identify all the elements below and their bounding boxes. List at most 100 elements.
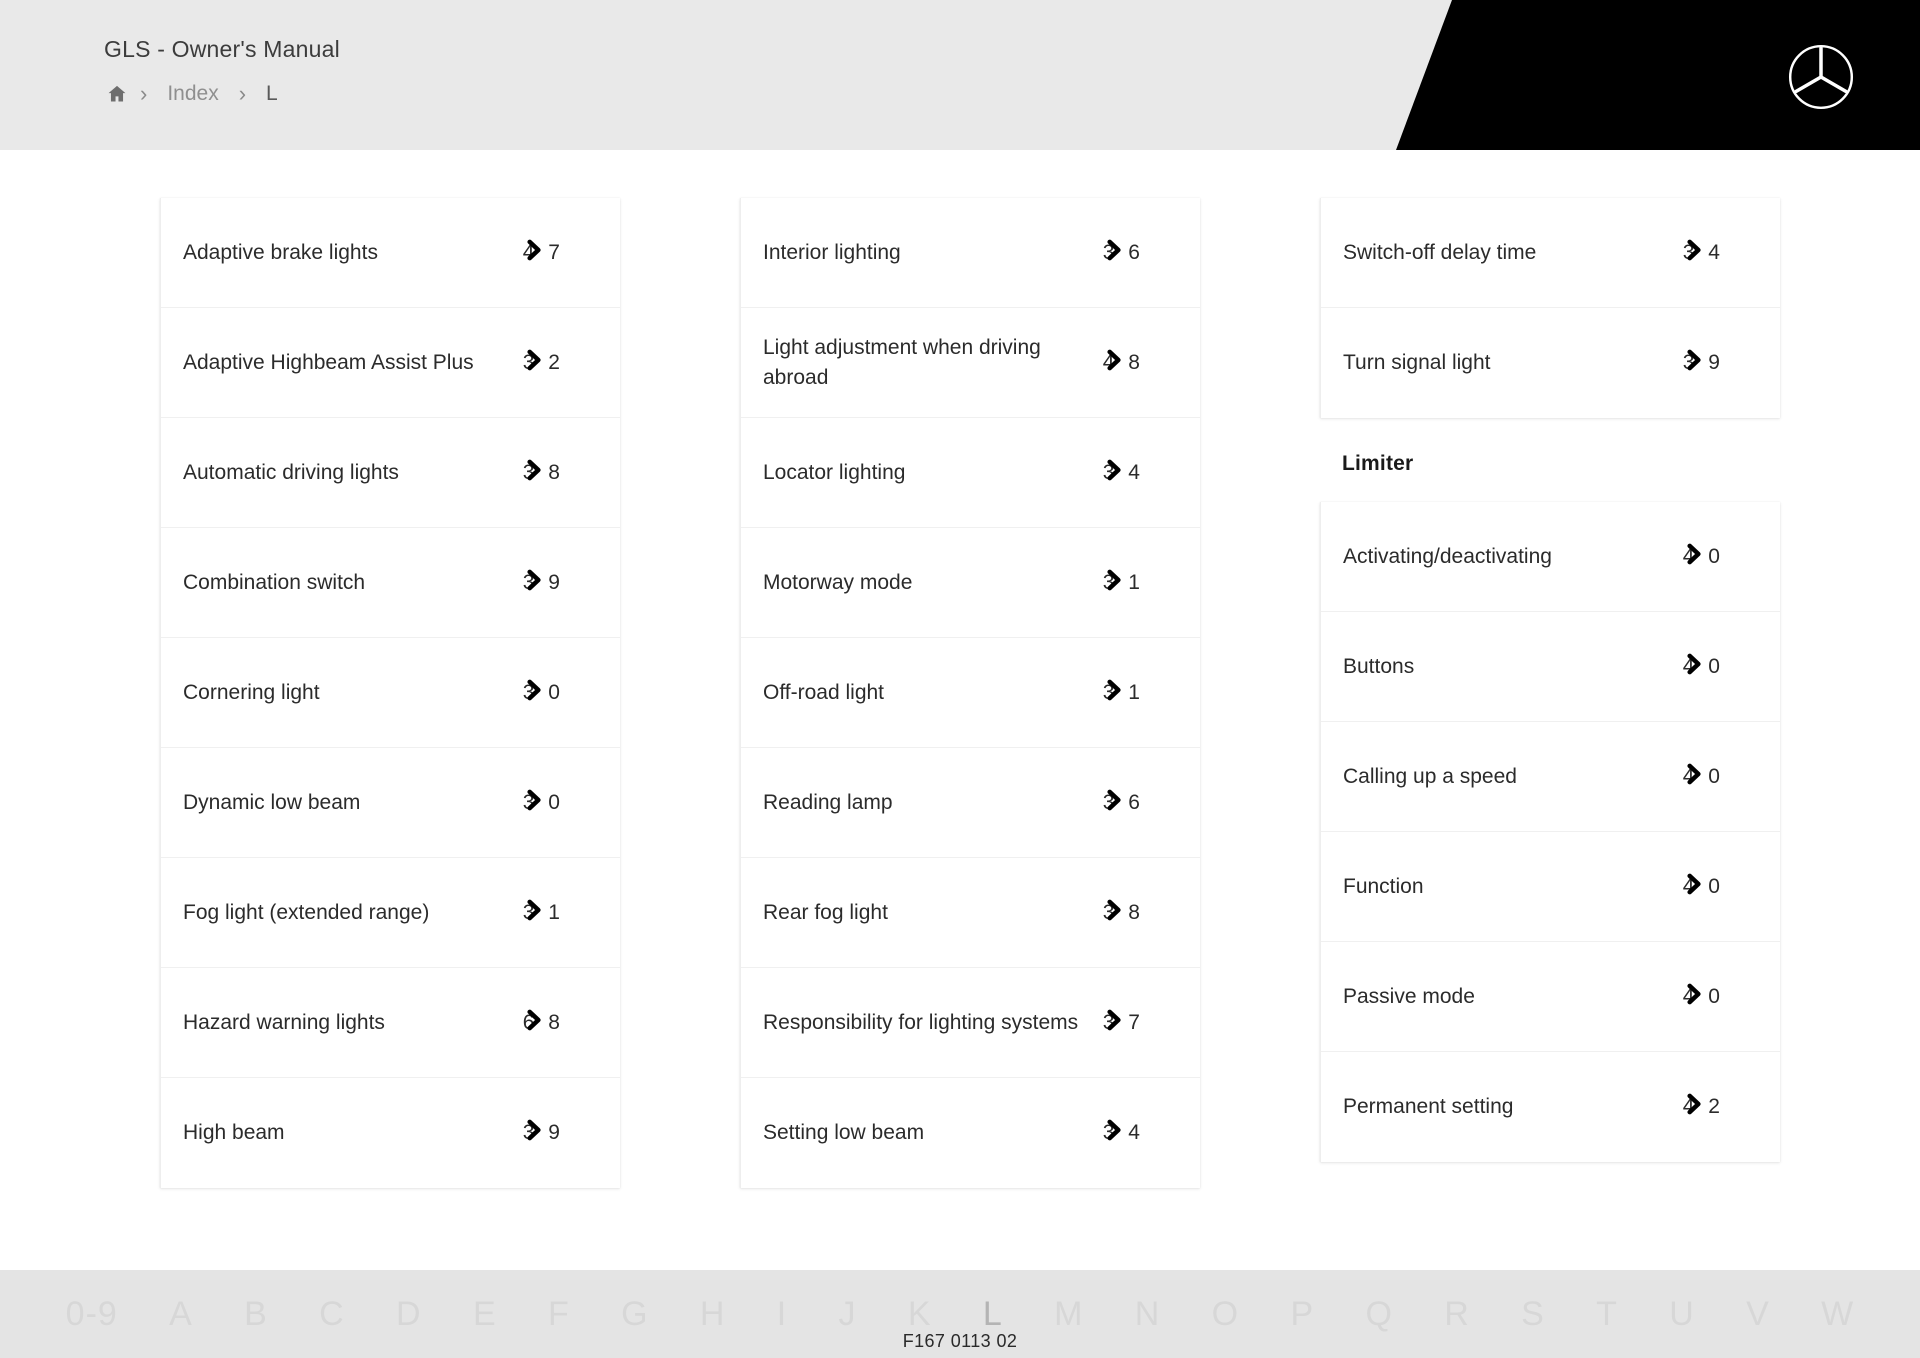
index-entry-page-link[interactable]: 4 0 xyxy=(1664,653,1724,679)
index-entry-row[interactable]: High beam 3 9 xyxy=(161,1078,620,1188)
index-entry-page-link[interactable]: 3 4 xyxy=(1084,1119,1144,1145)
index-entry-row[interactable]: Calling up a speed 4 0 xyxy=(1321,722,1780,832)
index-entry-row[interactable]: Adaptive Highbeam Assist Plus 3 2 xyxy=(161,308,620,418)
index-column: Adaptive brake lights 4 7 Adaptive Highbea… xyxy=(160,198,620,1188)
index-entry-row[interactable]: Setting low beam 3 4 xyxy=(741,1078,1200,1188)
alphabet-letter-r[interactable]: R xyxy=(1444,1294,1470,1334)
alphabet-letter-n[interactable]: N xyxy=(1135,1294,1161,1334)
index-entry-row[interactable]: Locator lighting 3 4 xyxy=(741,418,1200,528)
index-entry-row[interactable]: Responsibility for lighting systems 3 7 xyxy=(741,968,1200,1078)
index-entry-page-link[interactable]: 3 0 xyxy=(504,789,564,815)
index-entry-page-link[interactable]: 4 0 xyxy=(1664,763,1724,789)
index-entry-page-link[interactable]: 3 6 xyxy=(1084,789,1144,815)
index-entry-label: Permanent setting xyxy=(1343,1095,1514,1118)
alphabet-letter-g[interactable]: G xyxy=(621,1294,648,1334)
page-number: 3 9 xyxy=(1682,351,1724,374)
index-entry-row[interactable]: Activating/deactivating 4 0 xyxy=(1321,502,1780,612)
alphabet-letter-u[interactable]: U xyxy=(1669,1294,1695,1334)
alphabet-letter-w[interactable]: W xyxy=(1821,1294,1854,1334)
index-entry-row[interactable]: Permanent setting 4 2 xyxy=(1321,1052,1780,1162)
index-entry-row[interactable]: Adaptive brake lights 4 7 xyxy=(161,198,620,308)
index-entry-page-link[interactable]: 3 9 xyxy=(504,569,564,595)
index-entry-page-link[interactable]: 4 7 xyxy=(504,239,564,265)
page-number: 3 9 xyxy=(522,1121,564,1144)
index-card: Adaptive brake lights 4 7 Adaptive Highbea… xyxy=(160,198,620,1188)
index-entry-row[interactable]: Cornering light 3 0 xyxy=(161,638,620,748)
breadcrumb-item-index[interactable]: Index xyxy=(153,80,232,108)
index-entry-page-link[interactable]: 6 8 xyxy=(504,1009,564,1035)
index-entry-page-link[interactable]: 3 4 xyxy=(1084,459,1144,485)
page-number: 3 0 xyxy=(522,680,564,704)
index-entry-page-link[interactable]: 3 1 xyxy=(1084,569,1144,595)
page-number: 3 1 xyxy=(1102,680,1144,704)
alphabet-letter-m[interactable]: M xyxy=(1054,1294,1083,1334)
index-entry-page-link[interactable]: 3 4 xyxy=(1664,239,1724,265)
section-heading: Limiter xyxy=(1342,452,1414,475)
index-entry-page-link[interactable]: 3 6 xyxy=(1084,239,1144,265)
index-entry-label: Setting low beam xyxy=(763,1121,925,1144)
index-entry-page-link[interactable]: 3 1 xyxy=(504,899,564,925)
page-number: 4 2 xyxy=(1682,1095,1724,1118)
alphabet-letter-f[interactable]: F xyxy=(548,1294,570,1334)
breadcrumb: › Index › L xyxy=(100,80,292,108)
index-entry-page-link[interactable]: 4 0 xyxy=(1664,873,1724,899)
home-icon[interactable] xyxy=(100,83,134,105)
index-entry-page-link[interactable]: 3 8 xyxy=(1084,899,1144,925)
index-entry-page-link[interactable]: 3 0 xyxy=(504,679,564,705)
alphabet-letter-d[interactable]: D xyxy=(396,1294,422,1334)
index-entry-row[interactable]: Buttons 4 0 xyxy=(1321,612,1780,722)
index-entry-page-link[interactable]: 4 0 xyxy=(1664,983,1724,1009)
index-entry-row[interactable]: Interior lighting 3 6 xyxy=(741,198,1200,308)
index-entry-page-link[interactable]: 4 8 xyxy=(1084,349,1144,375)
alphabet-letter-09[interactable]: 0-9 xyxy=(66,1294,118,1334)
page-number: 4 0 xyxy=(1682,544,1724,568)
alphabet-letter-s[interactable]: S xyxy=(1521,1294,1545,1334)
index-entry-label: Hazard warning lights xyxy=(183,1010,385,1034)
index-entry-label: Switch-off delay time xyxy=(1343,240,1537,264)
index-entry-row[interactable]: Hazard warning lights 6 8 xyxy=(161,968,620,1078)
breadcrumb-separator-2: › xyxy=(238,81,247,106)
alphabet-letter-c[interactable]: C xyxy=(319,1294,345,1334)
index-entry-row[interactable]: Function 4 0 xyxy=(1321,832,1780,942)
index-entry-row[interactable]: Combination switch 3 9 xyxy=(161,528,620,638)
index-entry-page-link[interactable]: 3 7 xyxy=(1084,1009,1144,1035)
alphabet-letter-q[interactable]: Q xyxy=(1365,1294,1392,1334)
index-entry-page-link[interactable]: 3 9 xyxy=(1664,349,1724,375)
index-entry-row[interactable]: Rear fog light 3 8 xyxy=(741,858,1200,968)
index-entry-page-link[interactable]: 3 8 xyxy=(504,459,564,485)
mercedes-benz-star-logo xyxy=(1786,42,1856,117)
index-entry-row[interactable]: Fog light (extended range) 3 1 xyxy=(161,858,620,968)
alphabet-letter-e[interactable]: E xyxy=(473,1294,497,1334)
index-entry-page-link[interactable]: 3 1 xyxy=(1084,679,1144,705)
index-entry-row[interactable]: Turn signal light 3 9 xyxy=(1321,308,1780,418)
index-entry-row[interactable]: Motorway mode 3 1 xyxy=(741,528,1200,638)
alphabet-letter-h[interactable]: H xyxy=(700,1294,726,1334)
alphabet-letter-k[interactable]: K xyxy=(908,1294,932,1334)
alphabet-letter-p[interactable]: P xyxy=(1290,1294,1314,1334)
index-entry-row[interactable]: Passive mode 4 0 xyxy=(1321,942,1780,1052)
index-entry-page-link[interactable]: 4 0 xyxy=(1664,543,1724,569)
index-card: Switch-off delay time 3 4 Turn signal ligh… xyxy=(1320,198,1780,418)
index-entry-label: Automatic driving lights xyxy=(183,460,399,484)
alphabet-letter-b[interactable]: B xyxy=(244,1294,268,1334)
index-entry-page-link[interactable]: 4 2 xyxy=(1664,1093,1724,1119)
alphabet-letter-o[interactable]: O xyxy=(1212,1294,1239,1334)
index-entry-label: Passive mode xyxy=(1343,984,1475,1008)
breadcrumb-item-l[interactable]: L xyxy=(252,80,292,108)
index-entry-row[interactable]: Automatic driving lights 3 8 xyxy=(161,418,620,528)
index-entry-label: Cornering light xyxy=(183,680,320,704)
index-entry-row[interactable]: Light adjustment when driving abroad 4 8 xyxy=(741,308,1200,418)
index-entry-row[interactable]: Reading lamp 3 6 xyxy=(741,748,1200,858)
index-entry-row[interactable]: Switch-off delay time 3 4 xyxy=(1321,198,1780,308)
alphabet-letter-i[interactable]: I xyxy=(777,1294,787,1334)
alphabet-letter-j[interactable]: J xyxy=(839,1294,857,1334)
alphabet-letter-t[interactable]: T xyxy=(1596,1294,1618,1334)
alphabet-letter-l[interactable]: L xyxy=(983,1294,1003,1334)
index-entry-row[interactable]: Dynamic low beam 3 0 xyxy=(161,748,620,858)
index-entry-page-link[interactable]: 3 9 xyxy=(504,1119,564,1145)
alphabet-letter-a[interactable]: A xyxy=(169,1294,193,1334)
alphabet-letter-v[interactable]: V xyxy=(1746,1294,1770,1334)
index-entry-row[interactable]: Off-road light 3 1 xyxy=(741,638,1200,748)
index-entry-page-link[interactable]: 3 2 xyxy=(504,349,564,375)
owners-manual-index-page: GLS - Owner's Manual › Index › L Adaptiv… xyxy=(0,0,1920,1358)
